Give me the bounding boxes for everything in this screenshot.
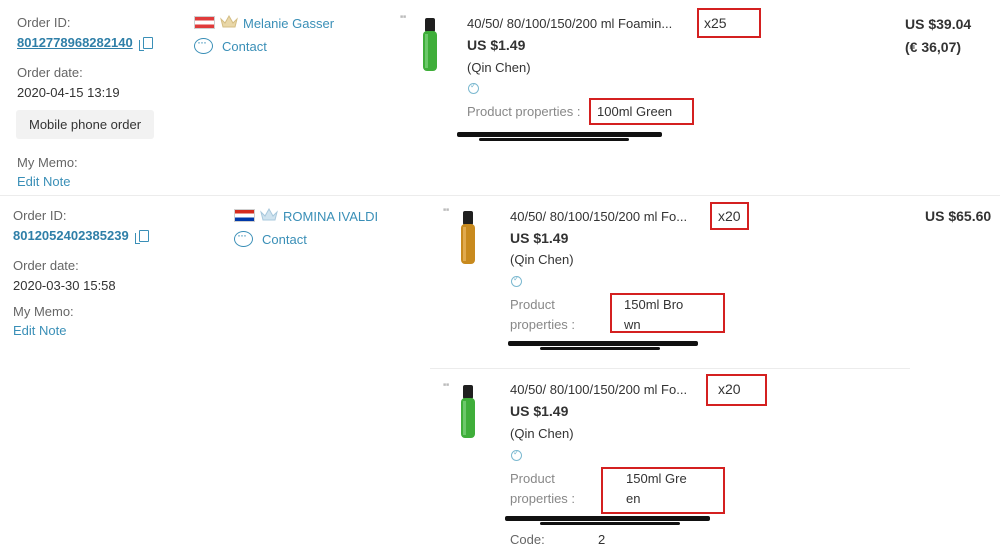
product-price: US $1.49: [510, 230, 569, 246]
order-id-label: Order ID:: [13, 208, 67, 223]
product-price: US $1.49: [510, 403, 569, 419]
chat-icon[interactable]: [194, 35, 213, 54]
order-date-label: Order date:: [13, 258, 79, 273]
thumb-caption: ■■: [400, 14, 407, 20]
memo-label: My Memo:: [17, 155, 78, 170]
redaction-scribble: [457, 132, 662, 137]
product-thumbnail-green-bottle[interactable]: [408, 14, 452, 72]
buyer-name[interactable]: Melanie Gasser: [243, 16, 334, 31]
order-total: US $39.04: [905, 16, 972, 32]
order-divider: [0, 195, 1000, 196]
order-total-alt-currency: (€ 36,07): [905, 39, 962, 55]
copy-icon[interactable]: [139, 37, 153, 51]
shield-check-icon: [468, 81, 479, 94]
contact-link[interactable]: Contact: [262, 232, 307, 247]
product-price: US $1.49: [467, 37, 526, 53]
product-thumbnail-green-bottle[interactable]: [446, 381, 490, 439]
seller-name: (Qin Chen): [510, 426, 574, 441]
product-title[interactable]: 40/50/ 80/100/150/200 ml Fo...: [510, 209, 687, 224]
highlight-box: [589, 98, 694, 125]
mobile-order-badge: Mobile phone order: [16, 110, 155, 139]
product-properties-label: Product: [510, 471, 555, 486]
highlight-box: [697, 8, 761, 38]
order-date: 2020-03-30 15:58: [13, 278, 116, 293]
edit-note-link[interactable]: Edit Note: [17, 174, 70, 189]
seller-name: (Qin Chen): [510, 252, 574, 267]
highlight-box: [710, 202, 749, 230]
order-id-link[interactable]: 8012778968282140: [17, 35, 133, 50]
buyer-name[interactable]: ROMINA IVALDI: [283, 209, 378, 224]
highlight-box: [706, 374, 767, 406]
product-properties-label: properties :: [510, 491, 576, 506]
item-divider: [430, 368, 910, 369]
code-label: Code:: [510, 532, 545, 547]
redaction-scribble: [540, 522, 680, 525]
product-thumbnail-brown-bottle[interactable]: [446, 207, 490, 265]
shield-check-icon: [511, 448, 522, 461]
order-date: 2020-04-15 13:19: [17, 85, 120, 100]
crown-icon: [220, 14, 238, 28]
product-title[interactable]: 40/50/ 80/100/150/200 ml Foamin...: [467, 16, 672, 31]
crown-icon: [260, 207, 278, 221]
product-properties-label: Product properties :: [467, 104, 581, 119]
memo-label: My Memo:: [13, 304, 74, 319]
copy-icon[interactable]: [135, 230, 149, 244]
chat-icon[interactable]: [234, 228, 253, 247]
order-total: US $65.60: [925, 208, 992, 224]
product-properties-label: Product: [510, 297, 555, 312]
product-title[interactable]: 40/50/ 80/100/150/200 ml Fo...: [510, 382, 687, 397]
highlight-box: [610, 293, 725, 333]
contact-link[interactable]: Contact: [222, 39, 267, 54]
order-date-label: Order date:: [17, 65, 83, 80]
country-flag-icon: [194, 16, 215, 29]
code-value: 2: [598, 532, 606, 547]
product-properties-label: properties :: [510, 317, 576, 332]
seller-name: (Qin Chen): [467, 60, 531, 75]
order-id-label: Order ID:: [17, 15, 71, 30]
shield-check-icon: [511, 274, 522, 287]
redaction-scribble: [508, 341, 698, 346]
redaction-scribble: [540, 347, 660, 350]
order-id-link[interactable]: 8012052402385239: [13, 228, 129, 243]
highlight-box: [601, 467, 725, 514]
country-flag-icon: [234, 209, 255, 222]
redaction-scribble: [505, 516, 710, 521]
redaction-scribble: [479, 138, 629, 141]
edit-note-link[interactable]: Edit Note: [13, 323, 66, 338]
